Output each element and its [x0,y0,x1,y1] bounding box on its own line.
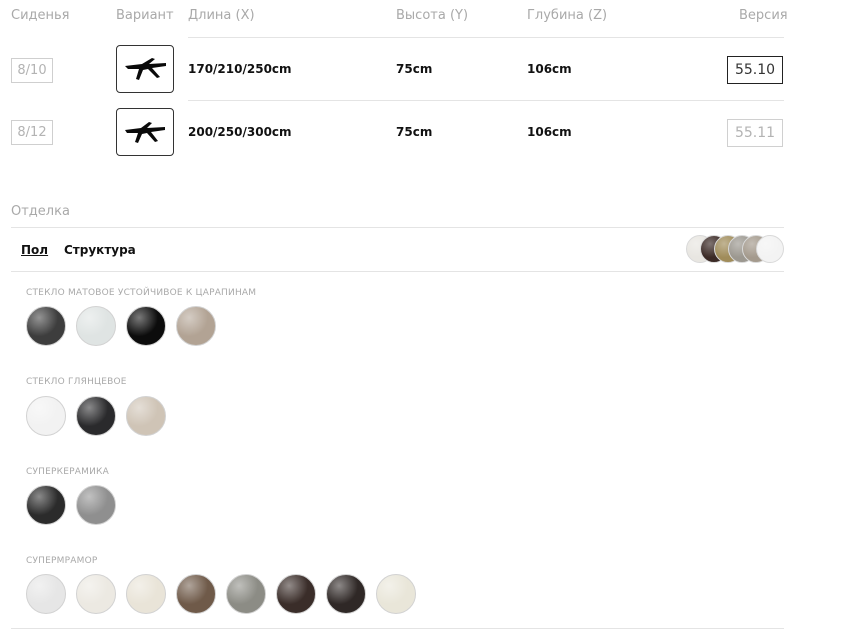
finish-swatch[interactable] [76,396,116,436]
finish-title: Отделка [11,204,70,219]
category-label: СУПЕРКЕРАМИКА [26,467,109,477]
finish-swatch[interactable] [126,306,166,346]
finish-swatch[interactable] [76,574,116,614]
variant-thumbnail[interactable] [116,108,174,156]
seats-option[interactable]: 8/12 [11,120,53,145]
finish-swatch[interactable] [76,306,116,346]
category-label: СТЕКЛО МАТОВОЕ УСТОЙЧИВОЕ К ЦАРАПИНАМ [26,288,257,298]
depth-value: 106cm [527,62,572,76]
category-label: СТЕКЛО ГЛЯНЦЕВОЕ [26,377,127,387]
selected-finish-preview[interactable] [686,235,786,265]
header-length: Длина (X) [188,8,255,23]
header-seats: Сиденья [11,8,70,23]
finish-swatch[interactable] [126,396,166,436]
tab-structure[interactable]: Структура [64,243,136,257]
version-button[interactable]: 55.10 [727,56,783,84]
version-button[interactable]: 55.11 [727,119,783,147]
finish-preview-swatch [756,235,784,263]
header-depth: Глубина (Z) [527,8,608,23]
length-value: 170/210/250cm [188,62,292,76]
length-value: 200/250/300cm [188,125,292,139]
divider [11,227,784,228]
table-row[interactable]: 8/12 200/250/300cm 75cm 106cm 55.11 [0,101,864,164]
header-variant: Вариант [116,8,174,23]
finish-swatch[interactable] [26,574,66,614]
tab-floor[interactable]: Пол [21,243,48,257]
header-height: Высота (Y) [396,8,469,23]
finish-swatch[interactable] [276,574,316,614]
finish-swatch[interactable] [126,574,166,614]
finish-swatch[interactable] [376,574,416,614]
category-label: СУПЕРМРАМОР [26,556,98,566]
divider [11,271,784,272]
finish-swatch[interactable] [176,574,216,614]
table-row[interactable]: 8/10 170/210/250cm 75cm 106cm 55.10 [0,38,864,101]
finish-swatch[interactable] [326,574,366,614]
height-value: 75cm [396,62,433,76]
finish-swatch[interactable] [26,306,66,346]
variant-thumbnail[interactable] [116,45,174,93]
header-version: Версия [739,8,788,23]
finish-swatch[interactable] [26,485,66,525]
finish-swatch[interactable] [26,396,66,436]
height-value: 75cm [396,125,433,139]
finish-swatch[interactable] [76,485,116,525]
finish-swatch[interactable] [226,574,266,614]
finish-swatch[interactable] [176,306,216,346]
table-variant-icon [125,58,166,80]
seats-option[interactable]: 8/10 [11,58,53,83]
table-variant-icon [125,122,165,143]
depth-value: 106cm [527,125,572,139]
divider [11,628,784,629]
